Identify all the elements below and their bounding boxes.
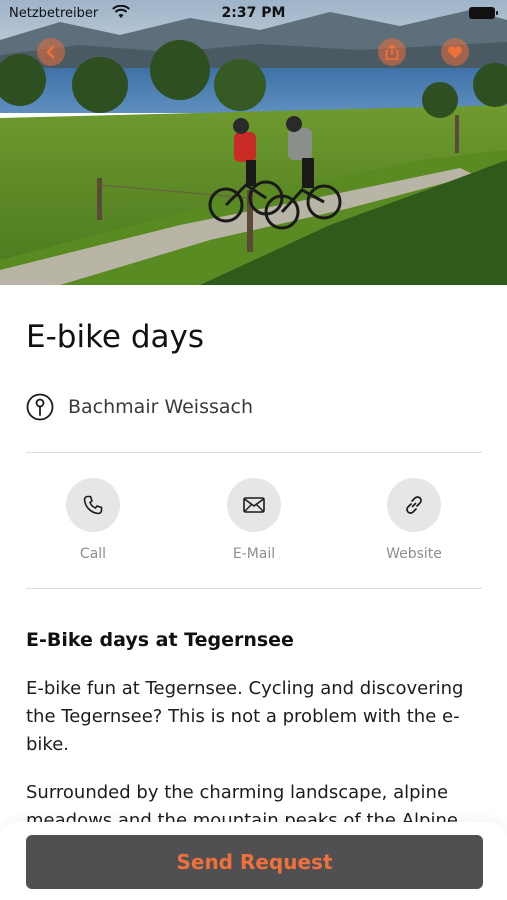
mail-icon — [243, 497, 265, 513]
chevron-left-icon — [46, 45, 55, 59]
hero-image — [0, 0, 507, 285]
website-button[interactable] — [387, 478, 441, 532]
email-button[interactable] — [227, 478, 281, 532]
website-label: Website — [386, 546, 442, 562]
favorite-button[interactable] — [441, 38, 469, 66]
description-heading: E-Bike days at Tegernsee — [26, 629, 294, 651]
share-button[interactable] — [378, 38, 406, 66]
email-label: E-Mail — [232, 546, 276, 562]
divider — [26, 452, 482, 453]
back-button[interactable] — [37, 38, 65, 66]
call-action[interactable]: Call — [43, 478, 143, 562]
battery-icon — [469, 7, 498, 19]
bottom-action-panel: Send Request — [0, 822, 507, 900]
location-row[interactable]: Bachmair Weissach — [26, 393, 253, 421]
share-icon — [385, 44, 399, 60]
link-icon — [406, 496, 422, 514]
phone-icon — [83, 495, 103, 515]
description-paragraph: E-bike fun at Tegernsee. Cycling and dis… — [26, 678, 464, 755]
send-request-button[interactable]: Send Request — [26, 835, 483, 889]
status-bar: Netzbetreiber 2:37 PM — [0, 0, 507, 28]
call-label: Call — [79, 546, 107, 562]
detail-content: E-bike days Bachmair Weissach Call E-Mai… — [0, 285, 507, 900]
heart-icon — [448, 46, 462, 59]
contact-actions: Call E-Mail Website — [0, 478, 507, 568]
status-time: 2:37 PM — [221, 5, 286, 21]
call-button[interactable] — [66, 478, 120, 532]
email-action[interactable]: E-Mail — [204, 478, 304, 562]
divider — [26, 588, 482, 589]
location-name: Bachmair Weissach — [68, 396, 254, 418]
website-action[interactable]: Website — [364, 478, 464, 562]
location-pin-icon — [26, 393, 54, 421]
page-title: E-bike days — [26, 319, 205, 355]
